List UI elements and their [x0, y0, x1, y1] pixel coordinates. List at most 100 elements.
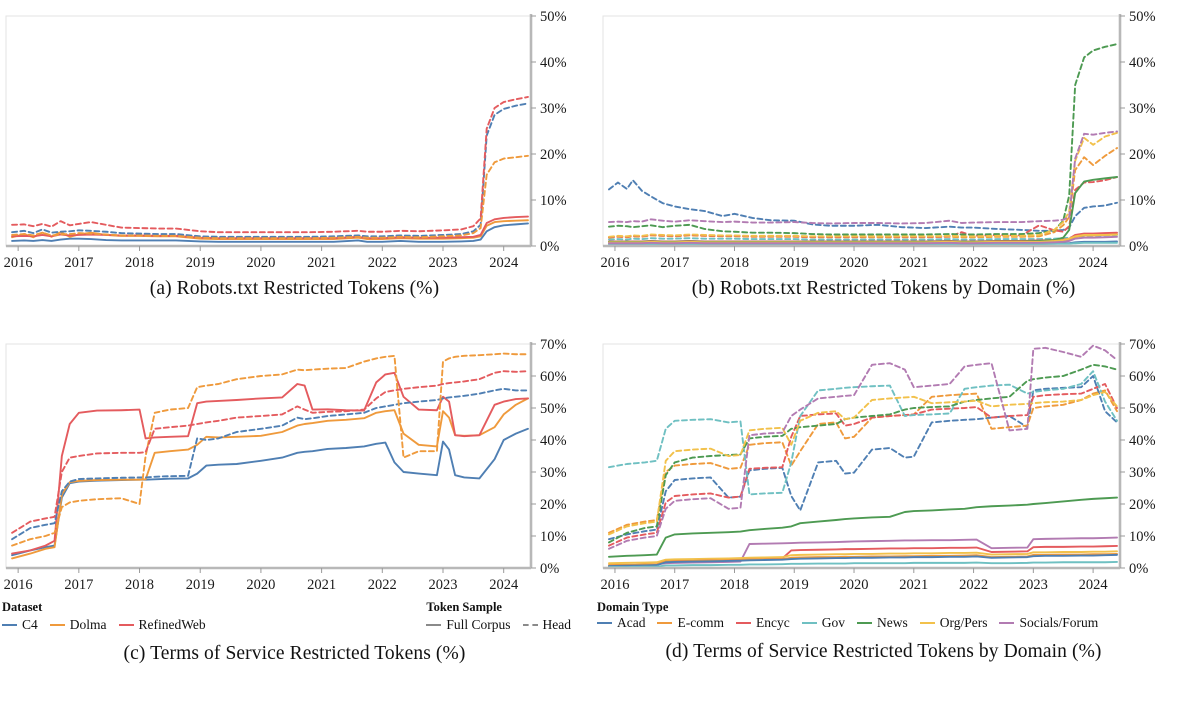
legend-domain-type-title: Domain Type [597, 600, 669, 614]
x-tick-label: 2019 [186, 577, 215, 593]
legend-item-label: Socials/Forum [1019, 615, 1099, 630]
legend-swatch-icon [856, 622, 872, 624]
x-tick-label: 2018 [125, 255, 154, 271]
y-tick-label: 10% [540, 529, 567, 545]
legend-item[interactable]: C4 [2, 617, 38, 633]
y-tick-label: 0% [540, 561, 559, 577]
chart-c-svg: 0% 10% 20% 30% 40% 50% 60% 70% 2016 2017 2018 2019 2… [4, 337, 567, 593]
legend-item[interactable]: News [856, 615, 908, 631]
x-tick-label: 2019 [780, 255, 809, 271]
y-tick-label: 10% [540, 193, 567, 209]
series-line [608, 389, 1118, 534]
chart-a-svg: 0% 10% 20% 30% 40% 50% 2016 2017 2018 2019 2020 202… [4, 9, 567, 271]
series-line [608, 375, 1118, 541]
y-tick-label: 0% [540, 239, 559, 255]
legend-item[interactable]: Head [522, 617, 571, 633]
legend-swatch-icon [118, 624, 134, 626]
legend-token-sample-title: Token Sample [426, 600, 502, 614]
y-tick-label: 60% [540, 369, 567, 385]
legend-item[interactable]: RefinedWeb [118, 617, 206, 633]
x-tick-label: 2017 [660, 577, 689, 593]
legend-token-sample-block: Token Sample Full Corpus Head [426, 600, 583, 633]
legend-dataset-block: Dataset C4 Dolma RefinedWeb [2, 600, 218, 633]
x-tick-label: 2024 [1079, 255, 1109, 271]
panel-c-plot: 0% 10% 20% 30% 40% 50% 60% 70% 2016 2017 2018 2019 2… [0, 330, 589, 600]
y-tick-label: 10% [1129, 529, 1156, 545]
legend-item-label: Dolma [69, 617, 107, 632]
legend-swatch-icon [426, 624, 442, 626]
x-tick-label: 2023 [1019, 577, 1048, 593]
x-tick-label: 2021 [307, 255, 336, 271]
x-tick-label: 2021 [899, 577, 928, 593]
x-tick-label: 2020 [246, 577, 275, 593]
x-tick-label: 2023 [428, 577, 457, 593]
y-tick-label: 50% [540, 9, 567, 25]
panel-c-caption: (c) Terms of Service Restricted Tokens (… [123, 643, 466, 664]
panel-d-caption: (d) Terms of Service Restricted Tokens b… [665, 641, 1102, 662]
x-tick-label: 2019 [186, 255, 215, 271]
legend-item[interactable]: Full Corpus [426, 617, 511, 633]
x-tick-label: 2020 [840, 255, 869, 271]
legend-swatch-icon [657, 622, 673, 624]
legend-item[interactable]: Dolma [49, 617, 107, 633]
legend-swatch-icon [2, 624, 17, 626]
y-tick-label: 20% [1129, 147, 1156, 163]
y-tick-label: 60% [1129, 369, 1156, 385]
panel-d: 0% 10% 20% 30% 40% 50% 60% 70% 2016 2017 2018 2019 2… [589, 330, 1178, 710]
x-tick-label: 2016 [4, 255, 33, 271]
legend-item[interactable]: Socials/Forum [999, 615, 1098, 631]
x-tick-label: 2023 [428, 255, 457, 271]
legend-d: Domain Type Acad E-comm Encyc Gov News Org/Pe… [589, 600, 1178, 631]
y-tick-label: 70% [1129, 337, 1156, 353]
legend-item[interactable]: Encyc [735, 615, 790, 631]
series-line [608, 391, 1118, 536]
x-tick-label: 2024 [1079, 577, 1109, 593]
legend-domain-type-items: Acad E-comm Encyc Gov News Org/Pers Socials/Fo… [597, 615, 1178, 631]
panel-a-plot: 0% 10% 20% 30% 40% 50% 2016 2017 2018 2019 2020 202… [0, 0, 589, 278]
x-tick-label: 2022 [368, 255, 397, 271]
legend-item[interactable]: Org/Pers [919, 615, 987, 631]
x-tick-label: 2018 [720, 577, 749, 593]
legend-swatch-icon [597, 622, 612, 624]
chart-d-svg: 0% 10% 20% 30% 40% 50% 60% 70% 2016 2017 2018 2019 2… [600, 337, 1156, 593]
x-tick-label: 2017 [660, 255, 689, 271]
legend-swatch-icon [999, 622, 1015, 624]
legend-item[interactable]: Gov [801, 615, 845, 631]
y-tick-label: 40% [1129, 55, 1156, 71]
y-tick-label: 10% [1129, 193, 1156, 209]
x-tick-label: 2017 [64, 255, 93, 271]
legend-item-label: C4 [22, 617, 38, 632]
series-line [11, 96, 529, 234]
y-tick-label: 20% [540, 147, 567, 163]
y-tick-label: 20% [540, 497, 567, 513]
legend-swatch-icon [919, 622, 935, 624]
x-tick-label: 2018 [720, 255, 749, 271]
x-tick-label: 2021 [899, 255, 928, 271]
panel-b: 0% 10% 20% 30% 40% 50% 2016 2017 2018 2019 2020 202… [589, 0, 1178, 330]
series-line [11, 154, 529, 240]
y-tick-label: 30% [1129, 465, 1156, 481]
x-tick-label: 2022 [959, 255, 988, 271]
figure-root: 0% 10% 20% 30% 40% 50% 2016 2017 2018 2019 2020 202… [0, 0, 1178, 710]
y-tick-label: 0% [1129, 561, 1148, 577]
legend-item-label: E-comm [677, 615, 724, 630]
legend-item[interactable]: E-comm [657, 615, 724, 631]
y-tick-label: 30% [1129, 101, 1156, 117]
series-line [11, 102, 529, 238]
series-line [11, 371, 529, 555]
x-tick-label: 2024 [489, 577, 519, 593]
series-line [11, 427, 529, 557]
x-tick-label: 2023 [1019, 255, 1048, 271]
legend-swatch-icon [801, 622, 817, 624]
series-line [608, 43, 1118, 236]
panel-b-caption: (b) Robots.txt Restricted Tokens by Doma… [691, 278, 1076, 299]
y-tick-label: 50% [1129, 401, 1156, 417]
x-tick-label: 2022 [959, 577, 988, 593]
y-tick-label: 50% [540, 401, 567, 417]
legend-item[interactable]: Acad [597, 615, 645, 631]
x-tick-label: 2017 [64, 577, 93, 593]
panel-d-plot: 0% 10% 20% 30% 40% 50% 60% 70% 2016 2017 2018 2019 2… [589, 330, 1178, 600]
x-tick-label: 2022 [368, 577, 397, 593]
legend-dataset-title: Dataset [2, 600, 43, 614]
panel-b-plot: 0% 10% 20% 30% 40% 50% 2016 2017 2018 2019 2020 202… [589, 0, 1178, 278]
